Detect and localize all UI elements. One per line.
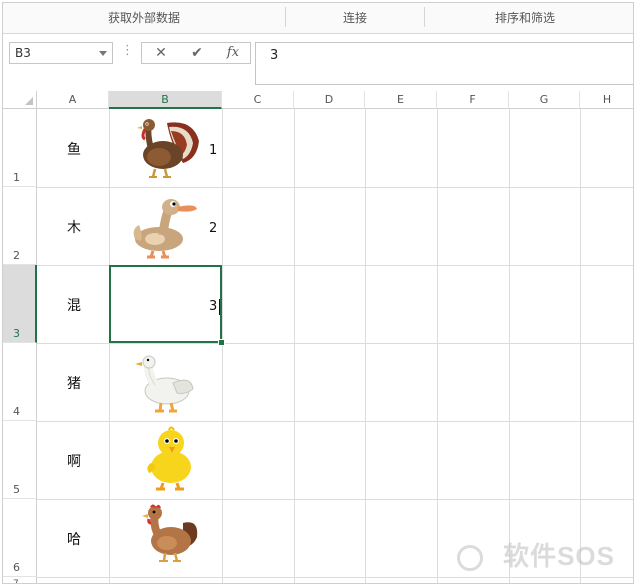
row-header-5[interactable]: 5: [3, 421, 37, 499]
enter-icon[interactable]: ✔: [182, 44, 212, 62]
watermark-logo-icon: [457, 545, 483, 571]
gridline: [37, 499, 633, 500]
ribbon-group-get-external-data[interactable]: 获取外部数据: [3, 3, 285, 33]
row-header-1[interactable]: 1: [3, 109, 37, 187]
cell-a1[interactable]: 鱼: [67, 139, 81, 159]
ribbon-group-sort-filter[interactable]: 排序和筛选: [425, 3, 625, 33]
gridline: [37, 187, 633, 188]
column-header-d[interactable]: D: [294, 91, 365, 109]
gridline: [437, 109, 438, 583]
formula-input[interactable]: 3: [255, 42, 633, 85]
drag-handle-icon[interactable]: ⋮: [121, 43, 134, 58]
select-all-icon: [25, 97, 33, 105]
active-cell-selection[interactable]: [109, 265, 222, 343]
column-header-e[interactable]: E: [365, 91, 437, 109]
row-number: 3: [13, 327, 20, 340]
goose-icon: [135, 355, 194, 413]
ribbon-group-bar: 获取外部数据 连接 排序和筛选: [3, 3, 633, 34]
cell-b2[interactable]: 2: [209, 221, 217, 236]
row-number: 6: [13, 561, 20, 574]
gridline: [580, 109, 581, 583]
cell-a6[interactable]: 哈: [67, 529, 81, 549]
cell-a2[interactable]: 木: [67, 217, 81, 237]
text-cursor: [219, 299, 220, 315]
hen-icon: [142, 504, 198, 562]
name-box-value: B3: [15, 46, 31, 60]
fill-handle[interactable]: [218, 339, 225, 346]
watermark-text: 软件SOS: [503, 541, 615, 571]
worksheet-grid: A B C D E F G H 1 2 3 4 5 6 7 鱼 木 混 猪 啊: [3, 91, 633, 584]
row-number: 4: [13, 405, 20, 418]
gridline: [294, 109, 295, 583]
gridline: [37, 577, 633, 578]
formula-input-value: 3: [270, 48, 279, 63]
row-number: 1: [13, 171, 20, 184]
column-header-a[interactable]: A: [37, 91, 109, 109]
duck-icon: [133, 199, 197, 259]
turkey-icon: [137, 119, 199, 178]
formula-bar: B3 ⋮ ✕ ✔ fx 3: [3, 34, 633, 89]
row-header-7[interactable]: 7: [3, 577, 37, 584]
row-number: 2: [13, 249, 20, 262]
name-box[interactable]: B3: [9, 42, 113, 64]
select-all-button[interactable]: [3, 91, 37, 109]
ribbon-group-connections[interactable]: 连接: [286, 3, 424, 33]
gridline: [365, 109, 366, 583]
gridline: [509, 109, 510, 583]
row-header-2[interactable]: 2: [3, 187, 37, 265]
column-header-c[interactable]: C: [222, 91, 294, 109]
excel-window: 获取外部数据 连接 排序和筛选 B3 ⋮ ✕ ✔ fx 3 A B C D E …: [2, 2, 634, 584]
insert-function-icon[interactable]: fx: [218, 44, 248, 62]
goose-picture[interactable]: [133, 353, 199, 415]
gridline: [37, 421, 633, 422]
row-number: 7: [13, 579, 19, 584]
cell-b1[interactable]: 1: [209, 143, 217, 158]
chevron-down-icon[interactable]: [99, 51, 107, 56]
cell-a3[interactable]: 混: [67, 295, 81, 315]
row-number: 5: [13, 483, 20, 496]
cell-a4[interactable]: 猪: [67, 373, 81, 393]
formula-buttons: ✕ ✔ fx: [141, 42, 251, 64]
hen-picture[interactable]: [137, 503, 203, 565]
column-header-f[interactable]: F: [437, 91, 509, 109]
row-header-4[interactable]: 4: [3, 343, 37, 421]
row-header-6[interactable]: 6: [3, 499, 37, 577]
gridline: [37, 343, 633, 344]
row-header-3[interactable]: 3: [3, 265, 37, 343]
gridline: [109, 109, 110, 583]
chick-picture[interactable]: [143, 425, 199, 491]
column-header-b[interactable]: B: [109, 91, 222, 109]
gridline: [222, 109, 223, 583]
duck-picture[interactable]: [129, 195, 201, 261]
column-header-g[interactable]: G: [509, 91, 580, 109]
cancel-icon[interactable]: ✕: [146, 44, 176, 62]
turkey-picture[interactable]: [131, 115, 201, 181]
cell-a5[interactable]: 啊: [67, 451, 81, 471]
chick-icon: [147, 426, 191, 491]
column-header-h[interactable]: H: [580, 91, 633, 109]
